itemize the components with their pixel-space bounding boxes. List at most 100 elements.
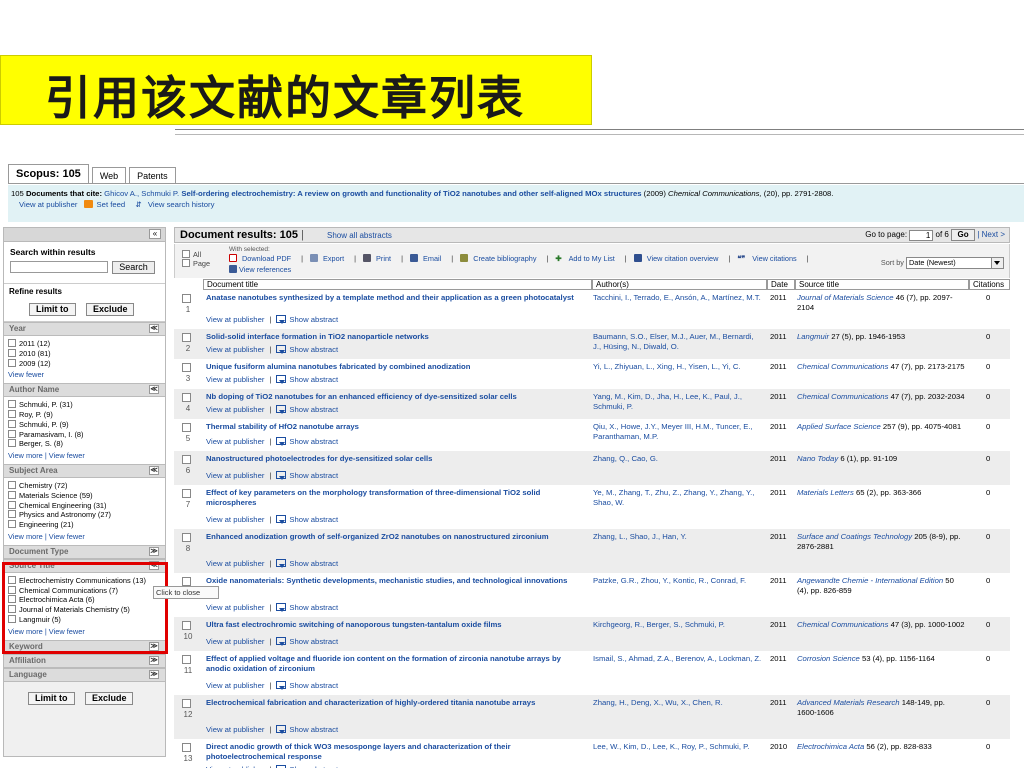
select-page-checkbox[interactable] (182, 259, 190, 267)
document-title-link[interactable]: Enhanced anodization growth of self-orga… (206, 532, 584, 542)
view-citation-overview-action[interactable]: View citation overview (633, 254, 724, 263)
show-abstract-link[interactable]: Show abstract (276, 637, 338, 646)
document-title-link[interactable]: Effect of key parameters on the morpholo… (206, 488, 584, 507)
show-abstract-link[interactable]: Show abstract (276, 725, 338, 734)
collapse-sidebar-button[interactable]: « (149, 229, 161, 239)
facet-header-language[interactable]: Language ≫ (4, 667, 165, 682)
row-checkbox[interactable] (182, 655, 191, 664)
col-citations[interactable]: Citations (969, 279, 1010, 290)
show-abstract-link[interactable]: Show abstract (276, 559, 338, 568)
sort-select[interactable]: Date (Newest) (906, 257, 1004, 269)
create-bibliography-action[interactable]: Create bibliography (460, 254, 541, 263)
view-search-history-link[interactable]: ⇵ View search history (135, 200, 218, 209)
authors-link[interactable]: Tacchini, I., Terrado, E., Ansón, A., Ma… (593, 293, 763, 303)
view-at-publisher-link[interactable]: View at publisher (206, 375, 264, 384)
view-references-action[interactable]: View references (229, 265, 291, 274)
citation-count[interactable]: 0 (986, 698, 1000, 708)
document-title-link[interactable]: Oxide nanomaterials: Synthetic developme… (206, 576, 584, 586)
view-more-fewer-link[interactable]: View more | View fewer (8, 451, 161, 461)
facet-checkbox[interactable] (8, 500, 16, 509)
authors-link[interactable]: Kirchgeorg, R., Berger, S., Schmuki, P. (593, 620, 763, 630)
view-at-publisher-link[interactable]: View at publisher (206, 637, 264, 646)
limit-to-button-bottom[interactable]: Limit to (28, 691, 75, 705)
view-at-publisher-link[interactable]: View at publisher (19, 200, 77, 209)
select-all-checkbox[interactable] (182, 250, 190, 258)
citation-count[interactable]: 0 (986, 332, 1000, 342)
row-checkbox[interactable] (182, 743, 191, 752)
print-action[interactable]: Print (363, 254, 396, 263)
facet-checkbox[interactable] (8, 510, 16, 519)
document-title-link[interactable]: Electrochemical fabrication and characte… (206, 698, 584, 708)
citation-count[interactable]: 0 (986, 362, 1000, 372)
view-citations-action[interactable]: ❝❞ View citations (737, 254, 801, 263)
citation-count[interactable]: 0 (986, 293, 1000, 303)
citation-count[interactable]: 0 (986, 576, 1000, 586)
authors-link[interactable]: Patzke, G.R., Zhou, Y., Kontic, R., Conr… (593, 576, 763, 586)
facet-item[interactable]: Chemistry (72) (8, 480, 161, 491)
show-abstract-link[interactable]: Show abstract (276, 437, 338, 446)
col-source-title[interactable]: Source title (795, 279, 969, 290)
col-authors[interactable]: Author(s) (592, 279, 767, 290)
facet-checkbox[interactable] (8, 439, 16, 448)
citing-authors-link[interactable]: Ghicov A., Schmuki P. (104, 189, 179, 198)
facet-item[interactable]: 2010 (81) (8, 348, 161, 359)
facet-checkbox[interactable] (8, 419, 16, 428)
select-all[interactable]: All (182, 250, 210, 259)
show-abstract-link[interactable]: Show abstract (276, 375, 338, 384)
facet-item[interactable]: Berger, S. (8) (8, 439, 161, 449)
search-within-input[interactable] (10, 261, 108, 274)
authors-link[interactable]: Qiu, X., Howe, J.Y., Meyer III, H.M., Tu… (593, 422, 763, 441)
citation-count[interactable]: 0 (986, 654, 1000, 664)
citation-count[interactable]: 0 (986, 742, 1000, 752)
show-all-abstracts-link[interactable]: Show all abstracts (327, 231, 392, 240)
facet-header-author-name[interactable]: Author Name ≪ (4, 383, 165, 398)
facet-item[interactable]: 2011 (12) (8, 339, 161, 349)
col-document-title[interactable]: Document title (203, 279, 592, 290)
view-at-publisher-link[interactable]: View at publisher (206, 315, 264, 324)
citation-count[interactable]: 0 (986, 392, 1000, 402)
source-title-link[interactable]: Materials Letters (797, 488, 854, 497)
source-title-link[interactable]: Advanced Materials Research (797, 698, 900, 707)
show-abstract-link[interactable]: Show abstract (276, 405, 338, 414)
citation-count[interactable]: 0 (986, 454, 1000, 464)
facet-header-year[interactable]: Year ≪ (4, 322, 165, 336)
source-title-link[interactable]: Corrosion Science (797, 654, 860, 663)
view-at-publisher-link[interactable]: View at publisher (206, 559, 264, 568)
facet-item[interactable]: Materials Science (59) (8, 490, 161, 501)
facet-header-subject-area[interactable]: Subject Area ≪ (4, 463, 165, 478)
click-to-close-tooltip[interactable]: Click to close (153, 586, 219, 599)
row-checkbox[interactable] (182, 423, 191, 432)
document-title-link[interactable]: Effect of applied voltage and fluoride i… (206, 654, 584, 673)
facet-checkbox[interactable] (8, 348, 16, 357)
facet-toggle-icon[interactable]: ≫ (149, 546, 159, 556)
authors-link[interactable]: Ismail, S., Ahmad, Z.A., Berenov, A., Lo… (593, 654, 763, 664)
citation-count[interactable]: 0 (986, 488, 1000, 498)
document-title-link[interactable]: Thermal stability of HfO2 nanotube array… (206, 422, 584, 432)
show-abstract-link[interactable]: Show abstract (276, 681, 338, 690)
facet-header-document-type[interactable]: Document Type ≫ (4, 544, 165, 559)
show-abstract-link[interactable]: Show abstract (276, 345, 338, 354)
document-title-link[interactable]: Solid-solid interface formation in TiO2 … (206, 332, 584, 342)
authors-link[interactable]: Yang, M., Kim, D., Jha, H., Lee, K., Pau… (593, 392, 763, 411)
facet-item[interactable]: Chemical Engineering (31) (8, 500, 161, 511)
authors-link[interactable]: Zhang, L., Shao, J., Han, Y. (593, 532, 763, 542)
row-checkbox[interactable] (182, 621, 191, 630)
source-title-link[interactable]: Electrochimica Acta (797, 742, 864, 751)
row-checkbox[interactable] (182, 294, 191, 303)
facet-checkbox[interactable] (8, 480, 16, 489)
view-at-publisher-link[interactable]: View at publisher (206, 405, 264, 414)
facet-checkbox[interactable] (8, 358, 16, 367)
document-title-link[interactable]: Nb doping of TiO2 nanotubes for an enhan… (206, 392, 584, 402)
facet-toggle-icon[interactable]: ≪ (149, 465, 159, 475)
document-title-link[interactable]: Nanostructured photoelectrodes for dye-s… (206, 454, 584, 464)
facet-item[interactable]: Physics and Astronomy (27) (8, 510, 161, 520)
go-button[interactable]: Go (951, 229, 976, 241)
page-number-input[interactable]: 1 (909, 229, 934, 241)
show-abstract-link[interactable]: Show abstract (276, 315, 338, 324)
facet-toggle-icon[interactable]: ≪ (149, 324, 159, 333)
row-checkbox[interactable] (182, 363, 191, 372)
document-title-link[interactable]: Unique fusiform alumina nanotubes fabric… (206, 362, 584, 372)
document-title-link[interactable]: Direct anodic growth of thick WO3 mesosp… (206, 742, 584, 761)
source-title-link[interactable]: Angewandte Chemie - International Editio… (797, 576, 943, 585)
document-title-link[interactable]: Ultra fast electrochromic switching of n… (206, 620, 584, 630)
